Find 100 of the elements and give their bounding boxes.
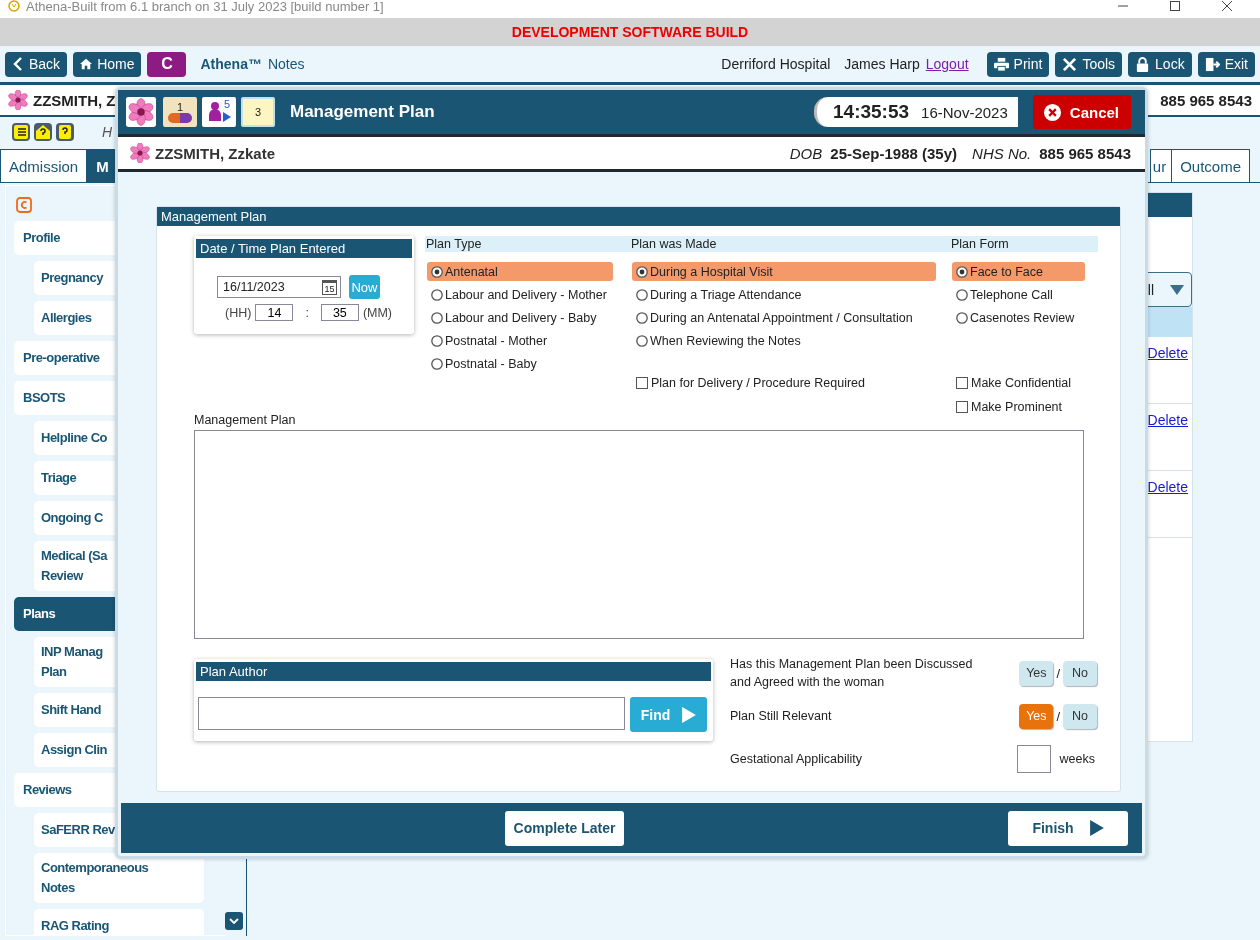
radio-icon[interactable] xyxy=(636,311,648,324)
c-button[interactable]: C xyxy=(147,51,187,77)
radio-icon[interactable] xyxy=(956,288,968,301)
help-list-icon[interactable] xyxy=(12,123,30,141)
author-field[interactable] xyxy=(198,697,625,730)
app-subtitle: Notes xyxy=(267,56,305,72)
radio-icon[interactable] xyxy=(431,288,443,301)
help-icon[interactable] xyxy=(56,123,74,141)
clock-display: 14:35:53 16-Nov-2023 xyxy=(814,97,1018,127)
play-icon xyxy=(222,112,231,122)
hour-field[interactable]: 14 xyxy=(255,304,294,321)
notes-field[interactable] xyxy=(194,430,1084,639)
help-text: H xyxy=(102,124,113,140)
nhs-number: 885 965 8543 xyxy=(1160,91,1252,109)
radio-option[interactable]: Face to Face xyxy=(952,262,1085,281)
lock-button[interactable]: Lock xyxy=(1128,51,1192,77)
tab[interactable]: ur xyxy=(1149,149,1172,182)
checkbox-option[interactable]: Plan for Delivery / Procedure Required xyxy=(636,376,865,390)
printer-icon xyxy=(993,56,1009,72)
calendar-icon[interactable]: 15 xyxy=(322,279,337,295)
exit-door-icon xyxy=(1204,56,1220,72)
cancel-button[interactable]: Cancel xyxy=(1032,95,1131,129)
play-icon xyxy=(1089,820,1104,836)
minute-label: (MM) xyxy=(362,305,393,320)
yes-button[interactable]: Yes xyxy=(1019,660,1054,686)
window-title: Athena-Built from 6.1 branch on 31 July 2023 [build number 1] xyxy=(26,0,384,14)
radio-option[interactable]: Postnatal - Mother xyxy=(427,331,556,350)
development-banner: DEVELOPMENT SOFTWARE BUILD xyxy=(0,18,1260,46)
delete-link[interactable]: Delete xyxy=(1147,412,1188,470)
dob-value: 25-Sep-1988 (35y) xyxy=(830,144,958,162)
finish-button[interactable]: Finish xyxy=(1008,810,1128,846)
checkbox-option[interactable]: Make Confidential xyxy=(956,376,1072,390)
question-label: Has this Management Plan been Discussed and Agreed with the woman xyxy=(730,656,974,691)
person-icon xyxy=(207,101,222,123)
radio-icon[interactable] xyxy=(956,265,968,278)
tab[interactable]: Outcome xyxy=(1171,149,1250,182)
close-icon[interactable] xyxy=(1222,1,1232,11)
dialog-title: Management Plan xyxy=(290,102,435,122)
exit-button[interactable]: Exit xyxy=(1197,51,1255,77)
radio-icon[interactable] xyxy=(431,311,443,324)
separator: / xyxy=(1056,708,1060,724)
delete-link[interactable]: Delete xyxy=(1147,479,1188,537)
group-heading: Plan Type xyxy=(425,236,630,252)
capsule-icon xyxy=(168,112,192,123)
checkbox-icon[interactable] xyxy=(636,377,648,389)
question-label: Gestational Applicability xyxy=(730,751,864,768)
radio-icon[interactable] xyxy=(636,334,648,347)
radio-option[interactable]: Labour and Delivery - Mother xyxy=(427,285,615,304)
no-button[interactable]: No xyxy=(1063,703,1097,729)
radio-option[interactable]: Antenatal xyxy=(427,262,613,281)
radio-option[interactable]: Labour and Delivery - Baby xyxy=(427,308,605,327)
help-house-icon[interactable] xyxy=(34,123,52,141)
radio-option[interactable]: Telephone Call xyxy=(952,285,1061,304)
no-button[interactable]: No xyxy=(1063,660,1097,686)
radio-option[interactable]: During a Triage Attendance xyxy=(632,285,810,304)
minute-field[interactable]: 35 xyxy=(320,304,359,321)
radio-icon[interactable] xyxy=(956,311,968,324)
checkbox-icon[interactable] xyxy=(956,377,968,389)
checkbox-icon[interactable] xyxy=(956,401,968,413)
back-button[interactable]: Back xyxy=(5,51,68,77)
radio-option[interactable]: During an Antenatal Appointment / Consultation xyxy=(632,308,921,327)
patient-name: ZZSMITH, Zzkate xyxy=(155,144,275,162)
print-button[interactable]: Print xyxy=(986,51,1050,77)
flower-icon xyxy=(130,143,150,163)
tab[interactable]: M xyxy=(87,149,118,182)
checkbox-option[interactable]: Make Prominent xyxy=(956,400,1072,414)
dob-label: DOB xyxy=(789,144,823,162)
weeks-field[interactable] xyxy=(1016,745,1051,773)
complete-later-button[interactable]: Complete Later xyxy=(504,810,625,846)
maximize-icon[interactable] xyxy=(1170,1,1180,11)
tools-button[interactable]: Tools xyxy=(1055,51,1123,77)
panel-title: Management Plan xyxy=(157,207,1120,226)
radio-icon[interactable] xyxy=(431,334,443,347)
user-name: James Harp xyxy=(844,56,920,72)
radio-option[interactable]: Casenotes Review xyxy=(952,308,1083,327)
nav-item[interactable]: RAG Rating xyxy=(34,909,204,935)
time-separator: : xyxy=(305,305,309,320)
radio-icon[interactable] xyxy=(636,288,648,301)
radio-icon[interactable] xyxy=(431,357,443,370)
tab[interactable]: Admission xyxy=(0,149,88,182)
radio-icon[interactable] xyxy=(636,265,648,278)
delete-link[interactable]: Delete xyxy=(1147,345,1188,403)
nav-item[interactable]: Contemporaneous Notes xyxy=(34,853,204,903)
logout-link[interactable]: Logout xyxy=(925,56,969,72)
home-icon xyxy=(80,57,93,71)
flower-tile-icon[interactable] xyxy=(124,97,158,127)
date-field[interactable]: 16/11/2023 15 xyxy=(217,276,341,298)
notes-tile[interactable]: 3 xyxy=(241,97,275,127)
radio-option[interactable]: During a Hospital Visit xyxy=(632,262,936,281)
scroll-down-button[interactable] xyxy=(225,912,243,930)
chevron-left-icon xyxy=(12,57,24,71)
medication-tile[interactable]: 1 xyxy=(163,97,197,127)
radio-option[interactable]: When Reviewing the Notes xyxy=(632,331,809,350)
radio-icon[interactable] xyxy=(431,265,443,278)
card-title: Date / Time Plan Entered xyxy=(196,239,412,258)
person-tile[interactable]: 5 xyxy=(202,97,236,127)
radio-option[interactable]: Postnatal - Baby xyxy=(427,354,545,373)
home-button[interactable]: Home xyxy=(73,51,142,77)
play-icon xyxy=(682,706,697,723)
unit-label: weeks xyxy=(1059,752,1095,766)
